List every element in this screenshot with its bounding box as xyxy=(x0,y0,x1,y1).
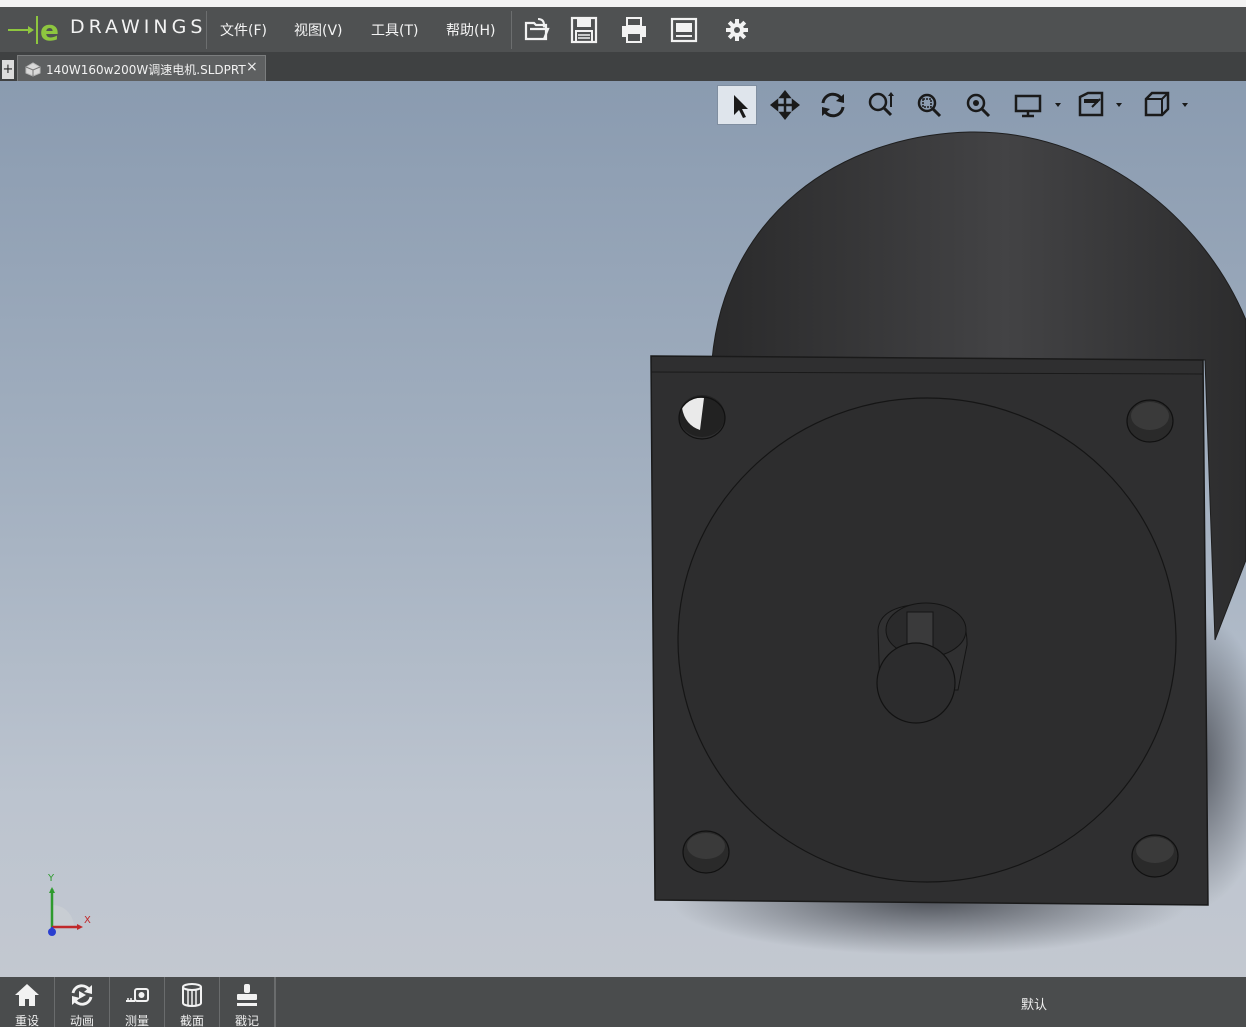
model-viewport[interactable]: Y X xyxy=(0,81,1246,977)
brand-text: DRAWINGS xyxy=(70,16,207,38)
view-settings-icon[interactable] xyxy=(1072,85,1132,125)
reset-button[interactable]: 重设 xyxy=(0,977,55,1028)
svg-text:e: e xyxy=(40,14,59,47)
save-icon[interactable] xyxy=(569,15,599,45)
home-icon xyxy=(15,984,39,1006)
tab-document[interactable]: 140W160w200W调速电机.SLDPRT × xyxy=(17,55,266,82)
section-label: 截面 xyxy=(179,1014,204,1028)
zoom-to-fit-icon[interactable] xyxy=(861,85,901,125)
menu-bar: e DRAWINGS 文件(F) 视图(V) 工具(T) 帮助(H) xyxy=(0,7,1246,52)
menu-tools[interactable]: 工具(T) xyxy=(371,20,418,40)
motor-model xyxy=(650,131,1246,955)
measure-label: 测量 xyxy=(124,1014,149,1028)
mounting-hole xyxy=(678,395,726,440)
section-icon xyxy=(182,983,202,1007)
animate-label: 动画 xyxy=(69,1014,94,1028)
axis-triad: Y X xyxy=(40,873,100,944)
zoom-in-out-icon[interactable] xyxy=(958,85,998,125)
bottom-toolbar: 重设 动画 测量 截面 戳记 默认 xyxy=(0,977,1246,1028)
section-button[interactable]: 截面 xyxy=(165,977,220,1028)
animate-button[interactable]: 动画 xyxy=(55,977,110,1028)
part-file-icon xyxy=(25,62,41,77)
menu-divider xyxy=(206,11,207,49)
stamp-button[interactable]: 戳记 xyxy=(220,977,275,1028)
edrawings-logo: e DRAWINGS xyxy=(6,12,202,48)
zoom-to-area-icon[interactable] xyxy=(909,85,949,125)
measure-icon xyxy=(126,988,149,1002)
document-tab-bar: + 140W160w200W调速电机.SLDPRT × xyxy=(0,52,1246,82)
view-toolbar xyxy=(716,85,1196,127)
select-icon[interactable] xyxy=(717,85,757,125)
bottom-divider xyxy=(275,977,276,1027)
animate-icon xyxy=(71,984,93,1006)
reset-label: 重设 xyxy=(14,1014,39,1028)
page-setup-icon[interactable] xyxy=(669,15,699,45)
menu-view[interactable]: 视图(V) xyxy=(294,20,343,40)
open-icon[interactable] xyxy=(522,15,552,45)
pan-icon[interactable] xyxy=(765,85,805,125)
display-style-icon[interactable] xyxy=(1008,85,1068,125)
tab-document-label: 140W160w200W调速电机.SLDPRT xyxy=(46,63,246,77)
print-icon[interactable] xyxy=(619,15,649,45)
menu-file[interactable]: 文件(F) xyxy=(220,20,267,40)
measure-button[interactable]: 测量 xyxy=(110,977,165,1028)
stamp-icon xyxy=(237,984,257,1006)
view-orientation-icon[interactable] xyxy=(1136,85,1196,125)
edrawings-logo-icon: e xyxy=(8,14,59,47)
settings-icon[interactable] xyxy=(722,15,752,45)
configuration-name[interactable]: 默认 xyxy=(1021,994,1047,1013)
toolbar-divider xyxy=(511,11,512,49)
menu-help[interactable]: 帮助(H) xyxy=(446,20,495,40)
rotate-icon[interactable] xyxy=(813,85,853,125)
close-icon[interactable]: × xyxy=(246,59,258,75)
new-tab-button[interactable]: + xyxy=(2,60,14,79)
triad-x-label: X xyxy=(84,915,91,926)
triad-y-label: Y xyxy=(48,873,55,884)
stamp-label: 戳记 xyxy=(234,1014,259,1028)
